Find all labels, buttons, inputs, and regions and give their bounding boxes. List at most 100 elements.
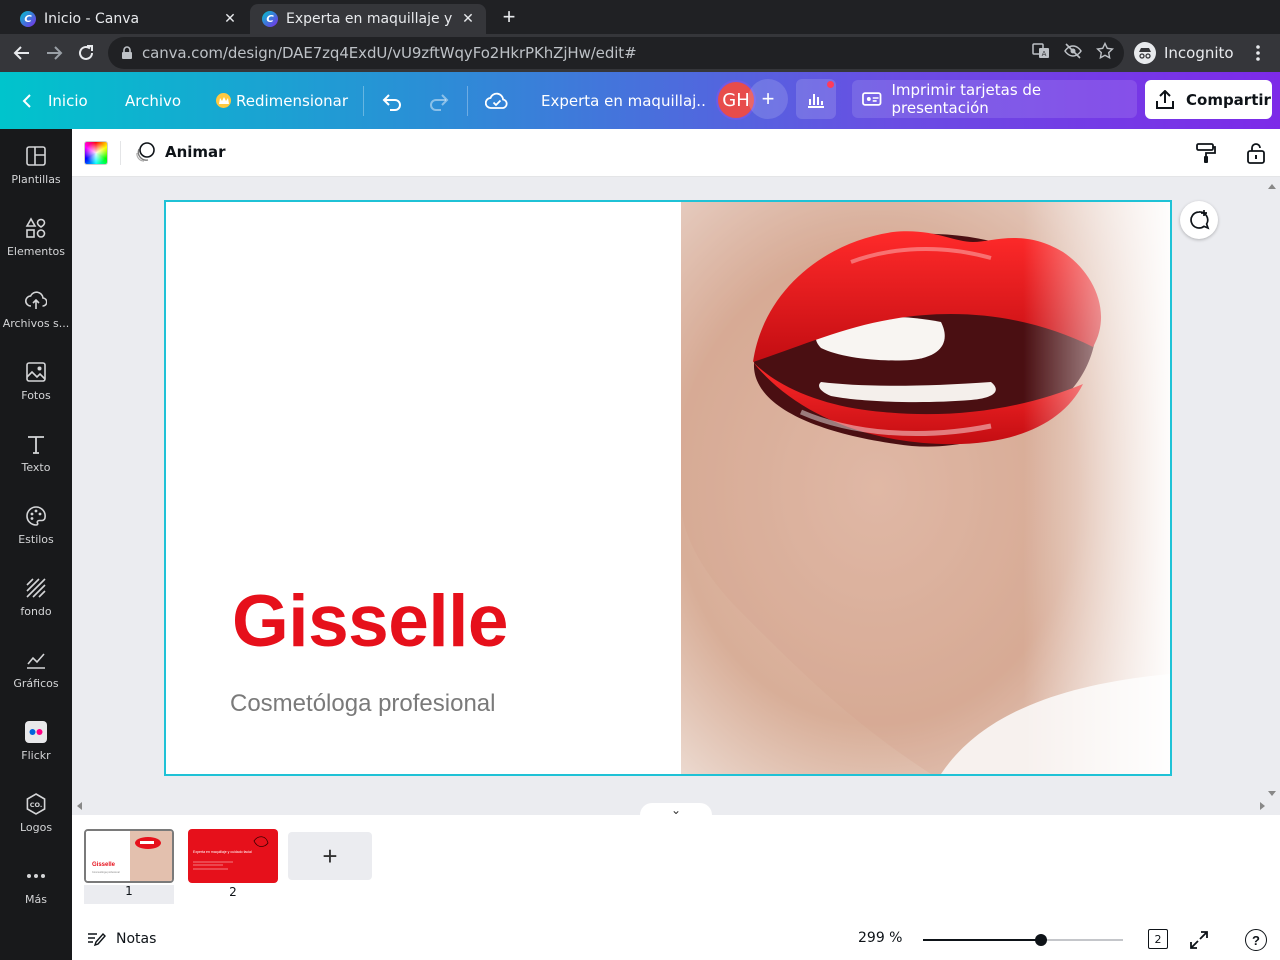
home-button[interactable]: Inicio bbox=[20, 72, 88, 129]
sidebar-item-logos[interactable]: CO. Logos bbox=[0, 777, 72, 843]
lips-photo[interactable] bbox=[681, 202, 1170, 774]
zoom-level[interactable]: 299 % bbox=[858, 930, 902, 946]
notification-dot bbox=[827, 81, 834, 88]
close-icon[interactable]: ✕ bbox=[460, 11, 476, 27]
crown-icon bbox=[216, 93, 231, 108]
sidebar-item-styles[interactable]: Estilos bbox=[0, 489, 72, 555]
home-label: Inicio bbox=[48, 91, 88, 110]
add-comment-button[interactable] bbox=[1180, 201, 1218, 239]
print-business-cards-button[interactable]: Imprimir tarjetas de presentación bbox=[852, 80, 1137, 118]
fullscreen-icon[interactable] bbox=[1187, 928, 1211, 952]
forward-icon[interactable] bbox=[42, 41, 66, 65]
uploads-icon bbox=[25, 291, 47, 309]
sidebar-item-background[interactable]: fondo bbox=[0, 561, 72, 627]
page-count-icon[interactable]: 2 bbox=[1148, 929, 1168, 949]
background-icon bbox=[26, 578, 46, 598]
address-bar[interactable]: canva.com/design/DAE7zq4ExdU/vU9zftWqyFo… bbox=[108, 37, 1124, 69]
incognito-label: Incognito bbox=[1164, 44, 1234, 62]
undo-icon bbox=[382, 93, 401, 111]
design-background bbox=[166, 202, 681, 774]
svg-text:CO.: CO. bbox=[30, 801, 43, 809]
sidebar-item-label: Más bbox=[25, 893, 47, 906]
translate-icon[interactable]: A bbox=[1032, 42, 1050, 60]
sidebar-item-label: Fotos bbox=[21, 389, 51, 402]
sidebar-item-photos[interactable]: Fotos bbox=[0, 345, 72, 411]
insights-button[interactable] bbox=[796, 79, 836, 119]
incognito-icon bbox=[1134, 42, 1156, 64]
sidebar-item-elements[interactable]: Elementos bbox=[0, 201, 72, 267]
elements-icon bbox=[25, 217, 46, 238]
add-collaborator-icon[interactable]: + bbox=[748, 79, 788, 119]
save-status-button[interactable] bbox=[485, 72, 509, 129]
comment-add-icon bbox=[1190, 210, 1210, 230]
sidebar-item-charts[interactable]: Gráficos bbox=[0, 633, 72, 699]
tab-title: Experta en maquillaje y cu bbox=[286, 11, 454, 27]
page-number: 2 bbox=[229, 885, 237, 899]
star-icon[interactable] bbox=[1096, 42, 1114, 60]
paint-roller-icon[interactable] bbox=[1194, 141, 1218, 165]
share-button[interactable]: Compartir bbox=[1145, 80, 1272, 119]
vertical-scrollbar[interactable] bbox=[1268, 183, 1276, 797]
new-tab-icon[interactable]: + bbox=[498, 6, 520, 28]
canvas-workspace: Gisselle Cosmetóloga profesional ⌄ bbox=[72, 177, 1280, 817]
sidebar-item-label: Logos bbox=[19, 821, 53, 834]
sidebar-item-label: Flickr bbox=[21, 749, 51, 762]
file-label: Archivo bbox=[125, 91, 182, 110]
page-number: 1 bbox=[84, 885, 174, 904]
zoom-slider-handle[interactable] bbox=[1035, 934, 1047, 946]
browser-toolbar: canva.com/design/DAE7zq4ExdU/vU9zftWqyFo… bbox=[0, 34, 1280, 72]
file-menu-button[interactable]: Archivo bbox=[125, 72, 181, 129]
redo-button[interactable] bbox=[428, 72, 450, 129]
tab-title: Inicio - Canva bbox=[44, 11, 140, 27]
sidebar-item-label: Texto bbox=[21, 461, 51, 474]
sidebar-item-templates[interactable]: Plantillas bbox=[0, 129, 72, 195]
page-thumbnail-1[interactable]: Gisselle Cosmetóloga profesional bbox=[84, 829, 174, 883]
browser-tab-design[interactable]: C Experta en maquillaje y cu ✕ bbox=[250, 4, 486, 34]
help-icon[interactable]: ? bbox=[1245, 929, 1267, 951]
bar-chart-icon bbox=[808, 94, 824, 108]
more-icon bbox=[27, 874, 45, 878]
sidebar-item-more[interactable]: Más bbox=[0, 849, 72, 915]
back-icon[interactable] bbox=[10, 41, 34, 65]
browser-tab-strip: C Inicio - Canva ✕ C Experta en maquilla… bbox=[0, 0, 1280, 34]
flickr-icon bbox=[25, 721, 47, 743]
animate-button[interactable]: Animar bbox=[134, 129, 226, 175]
browser-menu-icon[interactable] bbox=[1250, 43, 1266, 63]
animate-icon bbox=[136, 142, 155, 162]
logos-icon: CO. bbox=[26, 793, 46, 815]
sidebar-item-uploads[interactable]: Archivos s... bbox=[0, 273, 72, 339]
page-thumbnail-2[interactable]: Experta en maquillaje y cuidado facial bbox=[188, 829, 278, 883]
lock-icon[interactable] bbox=[1244, 141, 1268, 165]
design-subheadline[interactable]: Cosmetóloga profesional bbox=[230, 690, 496, 718]
notes-button[interactable]: Notas bbox=[86, 928, 156, 950]
incognito-indicator[interactable]: Incognito bbox=[1130, 39, 1244, 67]
zoom-slider[interactable] bbox=[923, 934, 1123, 946]
chevron-left-icon bbox=[22, 93, 31, 108]
url-text: canva.com/design/DAE7zq4ExdU/vU9zftWqyFo… bbox=[142, 44, 637, 62]
browser-tab-inicio[interactable]: C Inicio - Canva ✕ bbox=[8, 4, 248, 34]
text-icon bbox=[28, 436, 44, 454]
notes-icon bbox=[88, 932, 106, 947]
design-page[interactable]: Gisselle Cosmetóloga profesional bbox=[164, 200, 1172, 776]
eye-off-icon[interactable] bbox=[1064, 42, 1082, 60]
sidebar-item-text[interactable]: Texto bbox=[0, 417, 72, 483]
page-thumbnails: Gisselle Cosmetóloga profesional Experta… bbox=[72, 815, 1280, 910]
canva-favicon-icon: C bbox=[262, 11, 278, 27]
sidebar-item-label: Archivos s... bbox=[2, 317, 70, 330]
document-title[interactable]: Experta en maquillaj.. bbox=[541, 72, 706, 129]
reload-icon[interactable] bbox=[74, 41, 98, 65]
sidebar-item-label: fondo bbox=[20, 605, 52, 618]
sidebar-item-flickr[interactable]: Flickr bbox=[0, 705, 72, 771]
resize-button[interactable]: Redimensionar bbox=[216, 72, 348, 129]
undo-button[interactable] bbox=[381, 72, 403, 129]
charts-icon bbox=[27, 653, 45, 669]
toolbar-divider bbox=[120, 141, 121, 165]
close-icon[interactable]: ✕ bbox=[222, 11, 238, 27]
svg-text:A: A bbox=[1042, 50, 1047, 58]
resize-label: Redimensionar bbox=[236, 91, 349, 110]
editor-footer: Notas 299 % 2 ? bbox=[72, 910, 1280, 960]
add-page-button[interactable]: + bbox=[288, 832, 372, 880]
design-headline[interactable]: Gisselle bbox=[232, 580, 509, 663]
upload-icon bbox=[1156, 89, 1174, 109]
background-color-picker[interactable] bbox=[84, 141, 108, 165]
